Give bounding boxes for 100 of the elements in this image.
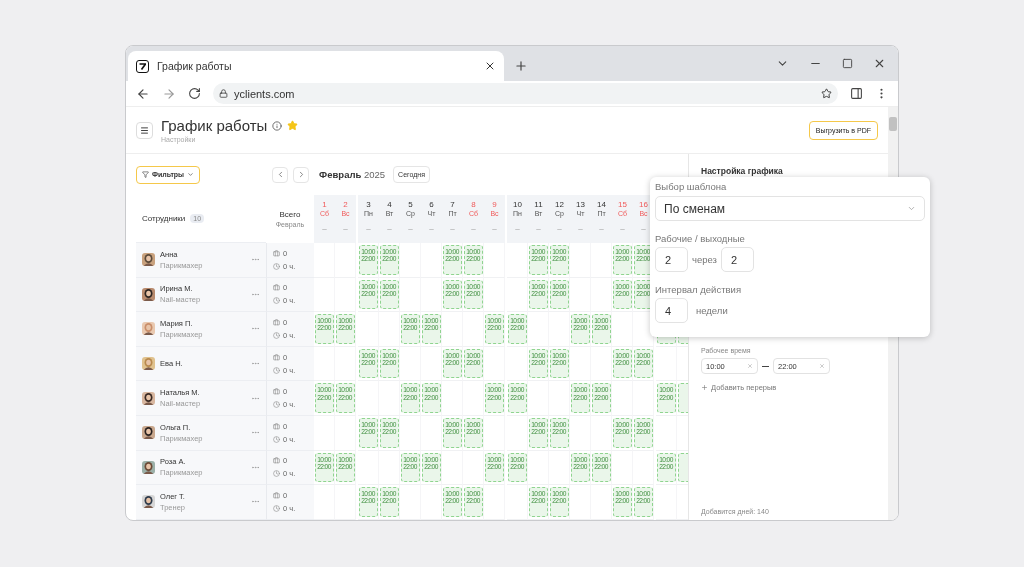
table-cell[interactable] bbox=[570, 346, 591, 382]
table-cell[interactable] bbox=[484, 277, 505, 313]
table-cell[interactable] bbox=[507, 346, 528, 382]
clear-icon[interactable] bbox=[747, 363, 753, 369]
filter-icon bbox=[142, 171, 149, 178]
reload-icon[interactable] bbox=[188, 87, 201, 100]
table-cell[interactable] bbox=[591, 243, 612, 278]
table-cell[interactable] bbox=[463, 312, 484, 347]
day-number: 12 bbox=[555, 200, 564, 209]
day-note: – bbox=[471, 224, 476, 233]
table-cell[interactable] bbox=[612, 450, 633, 486]
table-cell[interactable] bbox=[507, 277, 528, 313]
table-cell[interactable] bbox=[591, 485, 612, 520]
table-cell[interactable] bbox=[549, 450, 570, 486]
next-button[interactable] bbox=[293, 166, 310, 183]
address-bar[interactable]: yclients.com bbox=[213, 83, 838, 104]
table-cell[interactable] bbox=[400, 346, 421, 382]
table-cell[interactable] bbox=[379, 450, 400, 486]
table-cell[interactable] bbox=[442, 450, 463, 486]
maximize-icon[interactable] bbox=[842, 58, 853, 69]
off-days-field[interactable]: 2 bbox=[720, 247, 754, 272]
work-days-field[interactable]: 2 bbox=[655, 247, 688, 272]
table-cell[interactable] bbox=[484, 243, 505, 278]
table-cell[interactable] bbox=[463, 450, 484, 486]
table-cell[interactable] bbox=[484, 415, 505, 451]
table-cell[interactable] bbox=[549, 381, 570, 416]
table-cell[interactable] bbox=[591, 346, 612, 382]
table-cell[interactable] bbox=[421, 346, 442, 382]
table-cell[interactable] bbox=[633, 450, 654, 486]
table-cell[interactable] bbox=[612, 381, 633, 416]
clear-icon[interactable] bbox=[819, 363, 825, 369]
table-cell[interactable] bbox=[463, 381, 484, 416]
table-cell[interactable] bbox=[570, 415, 591, 451]
table-cell[interactable] bbox=[507, 485, 528, 520]
table-cell[interactable] bbox=[400, 415, 421, 451]
day-note: – bbox=[641, 224, 646, 233]
table-cell[interactable] bbox=[379, 381, 400, 416]
table-cell[interactable] bbox=[335, 346, 356, 382]
table-cell[interactable] bbox=[507, 243, 528, 278]
table-cell[interactable] bbox=[335, 277, 356, 313]
template-select[interactable]: По сменам bbox=[655, 196, 925, 221]
menu-button[interactable] bbox=[136, 121, 153, 139]
table-cell[interactable] bbox=[507, 415, 528, 451]
day-number: 13 bbox=[576, 200, 585, 209]
previous-button[interactable] bbox=[272, 166, 289, 183]
table-cell[interactable] bbox=[591, 415, 612, 451]
table-cell[interactable] bbox=[484, 346, 505, 382]
table-cell[interactable] bbox=[570, 277, 591, 313]
site-logo-icon bbox=[136, 59, 149, 73]
clock-icon bbox=[273, 297, 280, 305]
table-cell[interactable] bbox=[442, 312, 463, 347]
table-cell[interactable] bbox=[570, 243, 591, 278]
close-icon[interactable] bbox=[873, 57, 886, 70]
table-cell[interactable] bbox=[421, 415, 442, 451]
table-cell[interactable] bbox=[400, 277, 421, 313]
table-cell[interactable] bbox=[314, 346, 335, 382]
scrollbar-thumb[interactable] bbox=[889, 117, 897, 131]
bookmark-icon[interactable] bbox=[821, 88, 832, 99]
briefcase-icon bbox=[273, 491, 280, 499]
day-note: – bbox=[387, 224, 392, 233]
table-cell[interactable] bbox=[591, 277, 612, 313]
field-label: Интервал действия bbox=[655, 284, 743, 295]
close-tab-icon[interactable] bbox=[484, 60, 496, 72]
day-number: 14 bbox=[597, 200, 606, 209]
table-cell[interactable] bbox=[528, 312, 549, 347]
day-note: – bbox=[599, 224, 604, 233]
table-cell[interactable] bbox=[379, 312, 400, 347]
table-cell[interactable] bbox=[656, 346, 677, 382]
table-cell[interactable] bbox=[528, 450, 549, 486]
new-tab-icon[interactable] bbox=[514, 59, 528, 73]
table-cell[interactable] bbox=[656, 485, 677, 520]
briefcase-icon bbox=[273, 249, 280, 257]
table-cell[interactable] bbox=[570, 485, 591, 520]
info-icon[interactable] bbox=[272, 120, 283, 131]
table-cell[interactable] bbox=[314, 485, 335, 520]
favorite-star-icon[interactable] bbox=[287, 120, 299, 131]
side-panel-icon[interactable] bbox=[850, 87, 863, 100]
day-number: 5 bbox=[408, 200, 413, 209]
interval-field[interactable]: 4 bbox=[655, 298, 688, 323]
table-cell[interactable] bbox=[358, 450, 379, 486]
table-cell[interactable] bbox=[400, 485, 421, 520]
briefcase-icon bbox=[273, 353, 280, 361]
day-note: – bbox=[492, 224, 497, 233]
day-number: 10 bbox=[513, 200, 522, 209]
table-cell[interactable] bbox=[400, 243, 421, 278]
browser-tab[interactable]: График работы bbox=[128, 51, 504, 81]
table-cell[interactable] bbox=[442, 381, 463, 416]
table-cell[interactable] bbox=[549, 312, 570, 347]
table-cell[interactable] bbox=[421, 277, 442, 313]
back-icon[interactable] bbox=[136, 86, 150, 101]
table-cell[interactable] bbox=[612, 312, 633, 347]
day-number: 8 bbox=[471, 200, 476, 209]
page-title: График работы bbox=[161, 117, 268, 134]
table-cell[interactable] bbox=[484, 485, 505, 520]
table-cell[interactable] bbox=[421, 485, 442, 520]
table-cell[interactable] bbox=[528, 381, 549, 416]
table-cell[interactable] bbox=[335, 485, 356, 520]
table-cell[interactable] bbox=[421, 243, 442, 278]
table-cell[interactable] bbox=[314, 277, 335, 313]
forward-icon[interactable] bbox=[162, 86, 176, 101]
